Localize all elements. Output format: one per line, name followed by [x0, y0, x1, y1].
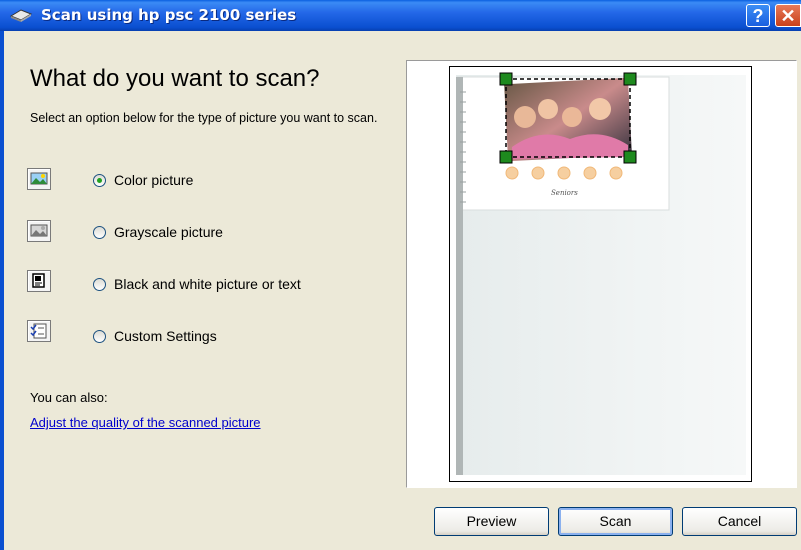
crop-handle-top-right [623, 72, 637, 86]
scan-preview[interactable]: Seniors [449, 66, 752, 482]
cancel-button[interactable]: Cancel [682, 507, 797, 536]
color-picture-radio[interactable] [93, 174, 106, 187]
crop-handle-bottom-left [499, 150, 513, 164]
title-bar[interactable]: Scan using hp psc 2100 series ? ✕ [0, 0, 801, 31]
color-picture-icon[interactable] [27, 168, 51, 190]
preview-button[interactable]: Preview [434, 507, 549, 536]
bw-picture-icon[interactable] [27, 270, 51, 292]
grayscale-picture-icon[interactable] [27, 220, 51, 242]
grayscale-picture-radio[interactable] [93, 226, 106, 239]
also-label: You can also: [30, 390, 108, 405]
page-title: What do you want to scan? [30, 65, 320, 92]
crop-handle-top-left [499, 72, 513, 86]
grayscale-picture-label[interactable]: Grayscale picture [114, 224, 223, 240]
custom-settings-icon[interactable] [27, 320, 51, 342]
bw-picture-label[interactable]: Black and white picture or text [114, 276, 301, 292]
bw-picture-radio[interactable] [93, 278, 106, 291]
scanner-icon [9, 6, 33, 24]
scanned-photo [504, 77, 632, 162]
window-frame-left [0, 31, 4, 550]
help-button[interactable]: ? [746, 4, 770, 27]
close-button[interactable]: ✕ [775, 4, 801, 27]
window-title: Scan using hp psc 2100 series [41, 6, 297, 24]
custom-settings-label[interactable]: Custom Settings [114, 328, 217, 344]
adjust-quality-link[interactable]: Adjust the quality of the scanned pictur… [30, 415, 261, 430]
color-picture-label[interactable]: Color picture [114, 172, 193, 188]
custom-settings-radio[interactable] [93, 330, 106, 343]
crop-handle-bottom-right [623, 150, 637, 164]
scan-button[interactable]: Scan [558, 507, 673, 536]
instructions-text: Select an option below for the type of p… [30, 111, 378, 125]
preview-caption: Seniors [551, 189, 578, 197]
